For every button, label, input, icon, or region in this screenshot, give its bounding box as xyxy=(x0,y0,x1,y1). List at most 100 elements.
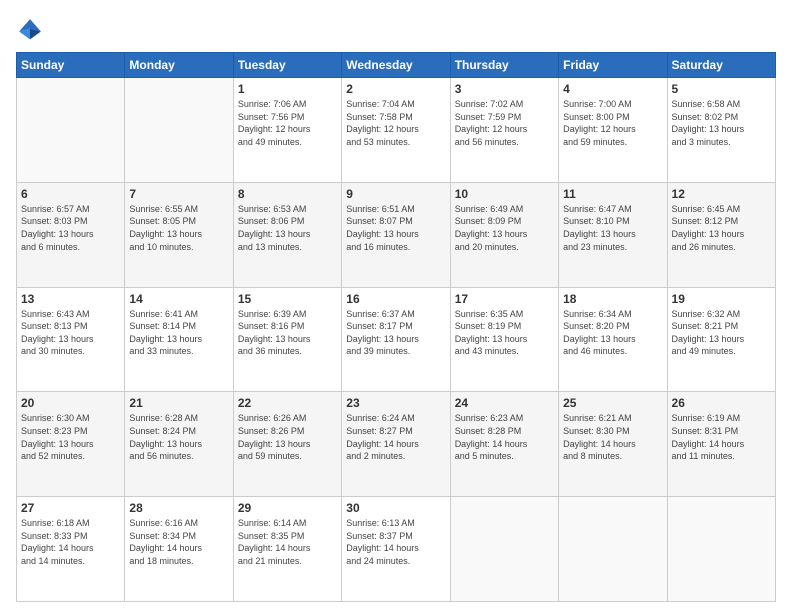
day-number: 10 xyxy=(455,187,554,201)
day-cell: 22 Sunrise: 6:26 AM Sunset: 8:26 PM Dayli… xyxy=(233,392,341,497)
day-info: Sunrise: 6:45 AM Sunset: 8:12 PM Dayligh… xyxy=(672,203,771,253)
day-number: 28 xyxy=(129,501,228,515)
week-row-3: 20Sunrise: 6:30 AM Sunset: 8:23 PM Dayli… xyxy=(17,392,776,497)
weekday-header-friday: Friday xyxy=(559,53,667,78)
day-number: 21 xyxy=(129,396,228,410)
day-cell: 1 Sunrise: 7:06 AM Sunset: 7:56 PM Daylig… xyxy=(233,78,341,183)
weekday-header-tuesday: Tuesday xyxy=(233,53,341,78)
weekday-header-wednesday: Wednesday xyxy=(342,53,450,78)
day-info: Sunrise: 6:37 AM Sunset: 8:17 PM Dayligh… xyxy=(346,308,445,358)
day-number: 20 xyxy=(21,396,120,410)
day-info: Sunrise: 6:32 AM Sunset: 8:21 PM Dayligh… xyxy=(672,308,771,358)
day-number: 14 xyxy=(129,292,228,306)
day-info: Sunrise: 6:43 AM Sunset: 8:13 PM Dayligh… xyxy=(21,308,120,358)
day-info: Sunrise: 7:04 AM Sunset: 7:58 PM Dayligh… xyxy=(346,98,445,148)
day-number: 15 xyxy=(238,292,337,306)
day-number: 11 xyxy=(563,187,662,201)
calendar-table: SundayMondayTuesdayWednesdayThursdayFrid… xyxy=(16,52,776,602)
day-cell: 13 Sunrise: 6:43 AM Sunset: 8:13 PM Dayli… xyxy=(17,287,125,392)
day-cell: 20Sunrise: 6:30 AM Sunset: 8:23 PM Dayli… xyxy=(17,392,125,497)
logo-icon xyxy=(16,16,44,44)
day-cell: 9 Sunrise: 6:51 AM Sunset: 8:07 PM Daylig… xyxy=(342,182,450,287)
day-number: 2 xyxy=(346,82,445,96)
day-cell: 6 Sunrise: 6:57 AM Sunset: 8:03 PM Daylig… xyxy=(17,182,125,287)
day-number: 4 xyxy=(563,82,662,96)
weekday-header-saturday: Saturday xyxy=(667,53,775,78)
day-cell: 2 Sunrise: 7:04 AM Sunset: 7:58 PM Daylig… xyxy=(342,78,450,183)
page: SundayMondayTuesdayWednesdayThursdayFrid… xyxy=(0,0,792,612)
day-number: 6 xyxy=(21,187,120,201)
day-number: 30 xyxy=(346,501,445,515)
day-info: Sunrise: 6:23 AM Sunset: 8:28 PM Dayligh… xyxy=(455,412,554,462)
day-cell: 3 Sunrise: 7:02 AM Sunset: 7:59 PM Daylig… xyxy=(450,78,558,183)
day-info: Sunrise: 6:16 AM Sunset: 8:34 PM Dayligh… xyxy=(129,517,228,567)
day-number: 17 xyxy=(455,292,554,306)
day-cell xyxy=(667,497,775,602)
day-number: 8 xyxy=(238,187,337,201)
day-cell: 18 Sunrise: 6:34 AM Sunset: 8:20 PM Dayli… xyxy=(559,287,667,392)
day-cell: 7 Sunrise: 6:55 AM Sunset: 8:05 PM Daylig… xyxy=(125,182,233,287)
day-cell: 16Sunrise: 6:37 AM Sunset: 8:17 PM Dayli… xyxy=(342,287,450,392)
day-number: 19 xyxy=(672,292,771,306)
day-number: 7 xyxy=(129,187,228,201)
week-row-0: 1 Sunrise: 7:06 AM Sunset: 7:56 PM Daylig… xyxy=(17,78,776,183)
day-number: 26 xyxy=(672,396,771,410)
weekday-header-sunday: Sunday xyxy=(17,53,125,78)
day-info: Sunrise: 6:57 AM Sunset: 8:03 PM Dayligh… xyxy=(21,203,120,253)
day-cell xyxy=(125,78,233,183)
day-info: Sunrise: 6:53 AM Sunset: 8:06 PM Dayligh… xyxy=(238,203,337,253)
day-info: Sunrise: 6:49 AM Sunset: 8:09 PM Dayligh… xyxy=(455,203,554,253)
day-info: Sunrise: 6:14 AM Sunset: 8:35 PM Dayligh… xyxy=(238,517,337,567)
day-cell: 27 Sunrise: 6:18 AM Sunset: 8:33 PM Dayli… xyxy=(17,497,125,602)
weekday-header-row: SundayMondayTuesdayWednesdayThursdayFrid… xyxy=(17,53,776,78)
week-row-4: 27 Sunrise: 6:18 AM Sunset: 8:33 PM Dayli… xyxy=(17,497,776,602)
day-cell xyxy=(559,497,667,602)
logo xyxy=(16,16,48,44)
day-number: 22 xyxy=(238,396,337,410)
day-cell: 15 Sunrise: 6:39 AM Sunset: 8:16 PM Dayli… xyxy=(233,287,341,392)
day-cell: 14Sunrise: 6:41 AM Sunset: 8:14 PM Dayli… xyxy=(125,287,233,392)
day-info: Sunrise: 6:13 AM Sunset: 8:37 PM Dayligh… xyxy=(346,517,445,567)
day-cell: 30 Sunrise: 6:13 AM Sunset: 8:37 PM Dayli… xyxy=(342,497,450,602)
day-number: 18 xyxy=(563,292,662,306)
weekday-header-thursday: Thursday xyxy=(450,53,558,78)
day-number: 9 xyxy=(346,187,445,201)
day-cell: 28 Sunrise: 6:16 AM Sunset: 8:34 PM Dayli… xyxy=(125,497,233,602)
day-cell: 25 Sunrise: 6:21 AM Sunset: 8:30 PM Dayli… xyxy=(559,392,667,497)
day-info: Sunrise: 6:19 AM Sunset: 8:31 PM Dayligh… xyxy=(672,412,771,462)
day-number: 3 xyxy=(455,82,554,96)
day-info: Sunrise: 6:51 AM Sunset: 8:07 PM Dayligh… xyxy=(346,203,445,253)
day-cell xyxy=(450,497,558,602)
day-cell: 11 Sunrise: 6:47 AM Sunset: 8:10 PM Dayli… xyxy=(559,182,667,287)
day-info: Sunrise: 6:58 AM Sunset: 8:02 PM Dayligh… xyxy=(672,98,771,148)
day-number: 1 xyxy=(238,82,337,96)
weekday-header-monday: Monday xyxy=(125,53,233,78)
day-number: 13 xyxy=(21,292,120,306)
day-cell: 4Sunrise: 7:00 AM Sunset: 8:00 PM Daylig… xyxy=(559,78,667,183)
header xyxy=(16,16,776,44)
day-info: Sunrise: 6:55 AM Sunset: 8:05 PM Dayligh… xyxy=(129,203,228,253)
day-cell: 24 Sunrise: 6:23 AM Sunset: 8:28 PM Dayli… xyxy=(450,392,558,497)
day-cell: 19 Sunrise: 6:32 AM Sunset: 8:21 PM Dayli… xyxy=(667,287,775,392)
day-cell: 21Sunrise: 6:28 AM Sunset: 8:24 PM Dayli… xyxy=(125,392,233,497)
day-number: 12 xyxy=(672,187,771,201)
day-info: Sunrise: 6:24 AM Sunset: 8:27 PM Dayligh… xyxy=(346,412,445,462)
day-info: Sunrise: 6:18 AM Sunset: 8:33 PM Dayligh… xyxy=(21,517,120,567)
day-info: Sunrise: 6:34 AM Sunset: 8:20 PM Dayligh… xyxy=(563,308,662,358)
day-number: 27 xyxy=(21,501,120,515)
day-number: 25 xyxy=(563,396,662,410)
day-cell: 5 Sunrise: 6:58 AM Sunset: 8:02 PM Daylig… xyxy=(667,78,775,183)
day-info: Sunrise: 7:06 AM Sunset: 7:56 PM Dayligh… xyxy=(238,98,337,148)
day-info: Sunrise: 6:21 AM Sunset: 8:30 PM Dayligh… xyxy=(563,412,662,462)
day-cell: 12 Sunrise: 6:45 AM Sunset: 8:12 PM Dayli… xyxy=(667,182,775,287)
day-number: 29 xyxy=(238,501,337,515)
day-cell: 23Sunrise: 6:24 AM Sunset: 8:27 PM Dayli… xyxy=(342,392,450,497)
day-cell: 26 Sunrise: 6:19 AM Sunset: 8:31 PM Dayli… xyxy=(667,392,775,497)
day-info: Sunrise: 6:26 AM Sunset: 8:26 PM Dayligh… xyxy=(238,412,337,462)
day-number: 24 xyxy=(455,396,554,410)
day-info: Sunrise: 6:39 AM Sunset: 8:16 PM Dayligh… xyxy=(238,308,337,358)
day-cell: 10 Sunrise: 6:49 AM Sunset: 8:09 PM Dayli… xyxy=(450,182,558,287)
day-info: Sunrise: 6:47 AM Sunset: 8:10 PM Dayligh… xyxy=(563,203,662,253)
day-info: Sunrise: 7:02 AM Sunset: 7:59 PM Dayligh… xyxy=(455,98,554,148)
day-number: 5 xyxy=(672,82,771,96)
